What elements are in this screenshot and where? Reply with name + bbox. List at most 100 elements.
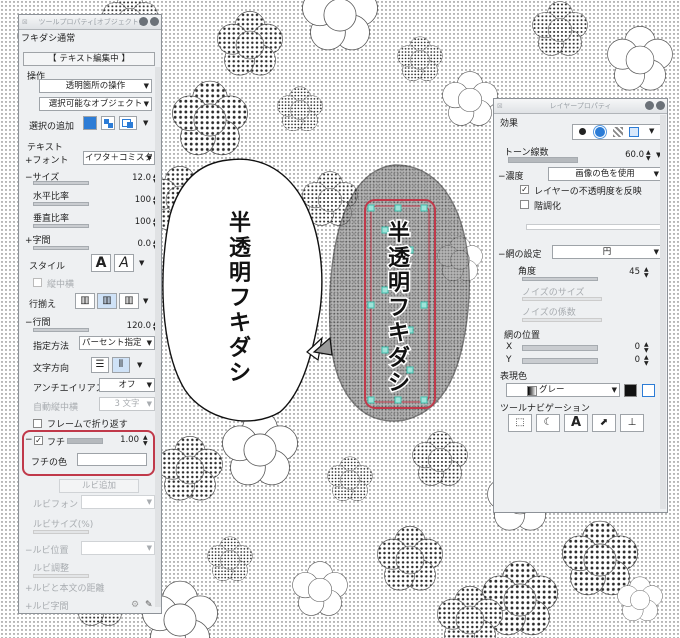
close-icon[interactable] (656, 101, 665, 110)
x-stepper[interactable]: ▲ ▼ (644, 342, 649, 354)
toolnav-text-button[interactable]: A (564, 414, 588, 432)
toolnav-move-button[interactable]: ⬈ (592, 414, 616, 432)
minimize-icon[interactable] (139, 17, 148, 26)
ruby-size-slider[interactable] (33, 530, 89, 534)
selection-handle[interactable] (394, 204, 402, 212)
chevron-down-icon[interactable]: ▼ (143, 119, 148, 127)
angle-stepper[interactable]: ▲ ▼ (644, 267, 649, 279)
chevron-down-icon[interactable]: ▼ (137, 361, 142, 369)
collapse-icon[interactable]: − (498, 250, 506, 260)
tone-lines-stepper[interactable]: ▲ ▼ (646, 150, 651, 162)
circle-icon[interactable] (579, 128, 586, 135)
direction-horizontal-button[interactable]: ☰ (91, 357, 109, 373)
expand-icon[interactable]: + (25, 156, 33, 166)
edge-color-swatch[interactable] (77, 453, 147, 466)
ruby-add-button[interactable]: ルビ追加 (59, 479, 139, 493)
chevron-down-icon[interactable]: ▼ (143, 297, 148, 305)
y-stepper[interactable]: ▲ ▼ (644, 355, 649, 367)
tone-lines-value[interactable]: 60.0 (604, 150, 644, 160)
collapse-icon[interactable]: − (25, 546, 33, 556)
y-slider[interactable] (522, 358, 598, 364)
spacing-slider[interactable] (33, 246, 89, 250)
auto-tate-select[interactable]: 3 文字 ▼ (99, 397, 155, 411)
add-selection-new-button[interactable] (83, 116, 97, 130)
noise-factor-slider[interactable] (522, 318, 602, 322)
selection-handle[interactable] (420, 204, 428, 212)
minimize-icon[interactable] (645, 101, 654, 110)
border-icon[interactable] (629, 127, 639, 137)
ruby-font-select[interactable]: ▼ (81, 495, 155, 509)
edge-collapse[interactable]: − (25, 435, 33, 445)
angle-value[interactable]: 45 (604, 267, 640, 277)
black-color-swatch[interactable] (624, 384, 637, 397)
selection-handle[interactable] (420, 301, 428, 309)
expand-icon[interactable]: + (25, 602, 33, 612)
toolnav-object-button[interactable]: ⬚ (508, 414, 532, 432)
angle-slider[interactable] (522, 277, 598, 281)
hratio-slider[interactable] (33, 202, 89, 206)
size-value[interactable]: 12.0 (109, 173, 151, 183)
expression-select[interactable]: グレー ▼ (506, 383, 620, 397)
add-selection-mode-button[interactable] (119, 116, 137, 130)
align-top-button[interactable]: ▥ (75, 293, 95, 309)
expand-icon[interactable]: + (25, 236, 33, 246)
tone-lines-slider[interactable] (508, 157, 578, 163)
selection-handle[interactable] (367, 301, 375, 309)
edge-checkbox[interactable]: ✓ (34, 436, 43, 445)
align-bottom-button[interactable]: ▥ (119, 293, 139, 309)
edge-slider[interactable] (67, 438, 103, 444)
chevron-down-icon[interactable]: ▼ (649, 127, 654, 135)
density-select[interactable]: 画像の色を使用 ▼ (548, 167, 662, 181)
selection-handle[interactable] (394, 396, 402, 404)
toolnav-frame-button[interactable]: ⊥ (620, 414, 644, 432)
collapse-icon[interactable]: − (25, 173, 33, 183)
leading-value[interactable]: 120.0 (99, 321, 151, 331)
toolnav-tail-button[interactable]: ☾ (536, 414, 560, 432)
spacing-value[interactable]: 0.0 (109, 239, 151, 249)
wrench-icon[interactable]: ✎ (145, 600, 153, 610)
panel-scrollbar[interactable] (660, 115, 666, 509)
y-value[interactable]: 0 (604, 355, 640, 365)
posterize-checkbox[interactable] (520, 200, 529, 209)
panel-scrollbar[interactable] (155, 67, 161, 607)
edge-stepper[interactable]: ▲ ▼ (143, 435, 148, 447)
tone-icon[interactable] (595, 127, 605, 137)
add-selection-add-button[interactable] (101, 116, 115, 130)
tool-property-titlebar[interactable]: ⊠ ツールプロパティ[オブジェクト] (19, 15, 161, 30)
tate-checkbox[interactable] (33, 278, 42, 287)
direction-vertical-button[interactable]: ⦀ (112, 357, 130, 373)
reflect-checkbox[interactable]: ✓ (520, 185, 529, 194)
dot-select[interactable]: 円 ▼ (552, 245, 662, 259)
close-icon[interactable] (150, 17, 159, 26)
expand-icon[interactable]: + (25, 584, 33, 594)
bold-style-button[interactable]: A (91, 254, 111, 272)
collapse-icon[interactable]: − (25, 318, 33, 328)
selection-handle[interactable] (367, 204, 375, 212)
selection-handle[interactable] (420, 396, 428, 404)
spec-select[interactable]: パーセント指定 ▼ (79, 336, 155, 350)
wrap-checkbox[interactable] (33, 419, 42, 428)
white-color-swatch[interactable] (642, 384, 655, 397)
x-slider[interactable] (522, 345, 598, 351)
vratio-value[interactable]: 100 (109, 217, 151, 227)
reset-icon[interactable]: ⚙ (131, 600, 139, 610)
align-center-button[interactable]: ▥ (97, 293, 117, 309)
noise-size-slider[interactable] (522, 297, 602, 301)
ruby-pos-select[interactable]: ▼ (81, 541, 155, 555)
selectable-object-select[interactable]: 選択可能なオブジェクト ▼ (39, 97, 152, 111)
layer-property-titlebar[interactable]: ⊠ レイヤープロパティ (494, 99, 667, 114)
pattern-icon[interactable] (613, 127, 623, 137)
selection-handle[interactable] (367, 396, 375, 404)
posterize-slider[interactable] (526, 224, 662, 230)
hratio-value[interactable]: 100 (109, 195, 151, 205)
ruby-adjust-slider[interactable] (33, 574, 89, 578)
leading-slider[interactable] (33, 328, 89, 332)
vratio-slider[interactable] (33, 224, 89, 228)
font-select[interactable]: イワタ＋コミスタ ▼ (83, 151, 155, 165)
italic-style-button[interactable]: A (114, 254, 134, 272)
x-value[interactable]: 0 (604, 342, 640, 352)
edge-value[interactable]: 1.00 (109, 435, 139, 445)
aa-select[interactable]: オフ ▼ (99, 378, 155, 392)
size-slider[interactable] (33, 181, 89, 185)
collapse-icon[interactable]: − (498, 172, 506, 182)
